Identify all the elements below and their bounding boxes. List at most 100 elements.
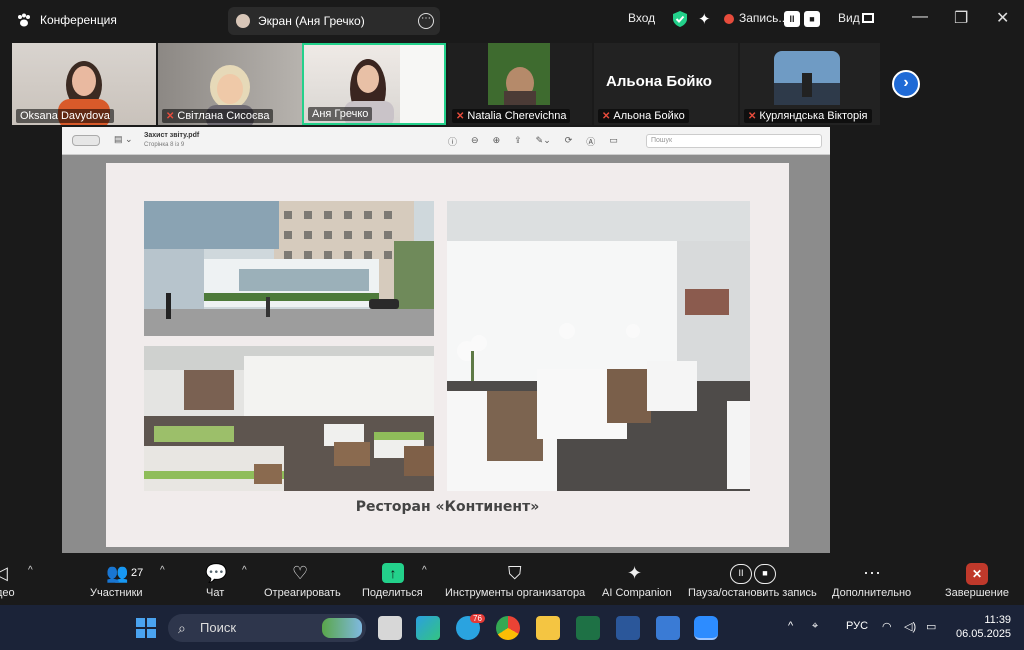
sidebar-toggle-button[interactable] bbox=[72, 135, 100, 146]
avatar bbox=[236, 14, 250, 28]
share-label: Экран (Аня Гречко) bbox=[258, 14, 365, 28]
chat-button[interactable]: Чат bbox=[206, 587, 224, 599]
annotate-icon[interactable]: Ⓐ bbox=[586, 135, 595, 148]
end-meeting-button[interactable]: Завершение bbox=[945, 587, 1009, 599]
app-title-text: Конференция bbox=[40, 13, 117, 27]
edge-icon[interactable] bbox=[416, 616, 440, 640]
volume-icon[interactable]: ◁) bbox=[904, 620, 916, 633]
minimize-icon[interactable]: — bbox=[912, 8, 928, 26]
ai-companion-button[interactable]: AI Companion bbox=[602, 587, 672, 599]
react-button[interactable]: Отреагировать bbox=[264, 587, 341, 599]
shield-icon[interactable] bbox=[672, 10, 688, 28]
sparkle-icon[interactable]: ✦ bbox=[627, 563, 642, 584]
participant-name: ✕ Natalia Cherevichna bbox=[452, 109, 571, 123]
restore-icon[interactable]: ❐ bbox=[954, 8, 968, 28]
participant-tile[interactable]: Oksana Davydova bbox=[12, 43, 156, 125]
end-meeting-icon[interactable]: ✕ bbox=[966, 563, 988, 585]
photo-restaurant-hall bbox=[144, 346, 434, 491]
participants-icon[interactable]: 👥 bbox=[106, 563, 128, 584]
participant-tile[interactable]: Альона Бойко ✕ Альона Бойко bbox=[594, 43, 738, 125]
clock-time: 11:39 bbox=[984, 614, 1012, 626]
clock-date: 06.05.2025 bbox=[956, 628, 1012, 640]
pdf-page: Ресторан «Континент» bbox=[106, 163, 789, 547]
mic-muted-icon: ✕ bbox=[456, 110, 465, 122]
more-button[interactable]: Дополнительно bbox=[832, 587, 911, 599]
info-icon[interactable]: ⓘ bbox=[448, 135, 457, 148]
video-button[interactable]: део bbox=[0, 587, 15, 599]
telegram-badge: 76 bbox=[470, 614, 485, 623]
excel-icon[interactable] bbox=[576, 616, 600, 640]
participant-tile[interactable]: ✕ Світлана Сисоєва bbox=[158, 43, 302, 125]
stop-recording-icon[interactable]: ■ bbox=[804, 11, 820, 27]
stop-icon[interactable]: ■ bbox=[754, 564, 776, 584]
chat-icon[interactable]: 💬 bbox=[205, 563, 227, 584]
participant-name: Oksana Davydova bbox=[16, 109, 114, 123]
file-explorer-icon[interactable] bbox=[536, 616, 560, 640]
close-icon[interactable]: ✕ bbox=[996, 8, 1009, 28]
recording-dot-icon bbox=[724, 14, 734, 24]
pause-recording-icon[interactable]: II bbox=[784, 11, 800, 27]
participant-tile[interactable]: ✕ Курляндська Вікторія bbox=[740, 43, 880, 125]
heart-icon[interactable]: ♡ bbox=[292, 563, 308, 584]
location-icon[interactable]: ⌖ bbox=[812, 620, 818, 633]
host-tools-button[interactable]: Инструменты организатора bbox=[445, 587, 585, 599]
mic-muted-icon: ✕ bbox=[602, 110, 611, 122]
grid-view-icon[interactable] bbox=[862, 13, 874, 23]
zoom-out-icon[interactable]: ⊖ bbox=[471, 135, 479, 148]
view-menu[interactable]: Вид bbox=[838, 11, 860, 25]
paw-icon bbox=[18, 13, 30, 27]
wifi-icon[interactable]: ◠ bbox=[882, 620, 892, 633]
pdf-title: Захист звіту.pdf bbox=[144, 132, 200, 139]
mic-muted-icon: ✕ bbox=[748, 110, 757, 122]
layout-icon[interactable]: ▤ ⌄ bbox=[114, 134, 133, 145]
markup-icon[interactable]: ✎⌄ bbox=[536, 135, 551, 148]
pause-icon[interactable]: II bbox=[730, 564, 752, 584]
rotate-icon[interactable]: ⟳ bbox=[565, 135, 573, 148]
more-icon[interactable]: ⋯ bbox=[863, 563, 881, 584]
next-page-button[interactable]: › bbox=[892, 70, 920, 98]
form-icon[interactable]: ▭ bbox=[609, 135, 618, 148]
zoom-in-icon[interactable]: ⊕ bbox=[493, 135, 501, 148]
page-caption: Ресторан «Континент» bbox=[355, 499, 540, 515]
battery-icon[interactable]: ▭ bbox=[926, 620, 936, 633]
participant-strip: Oksana Davydova ✕ Світлана Сисоєва Аня Гр… bbox=[12, 43, 880, 125]
share-button[interactable]: Поделиться bbox=[362, 587, 423, 599]
sparkle-icon[interactable]: ✦ bbox=[698, 10, 711, 28]
participant-tile[interactable]: ✕ Natalia Cherevichna bbox=[448, 43, 592, 125]
participant-name: ✕ Світлана Сисоєва bbox=[162, 109, 274, 123]
share-icon[interactable]: ⇪ bbox=[514, 135, 522, 148]
video-camera-icon[interactable]: ◁ bbox=[0, 563, 8, 584]
shield-icon[interactable]: ⛉ bbox=[508, 563, 522, 584]
chevron-up-icon[interactable]: ^ bbox=[788, 620, 793, 632]
pause-stop-recording-button[interactable]: Пауза/остановить запись bbox=[688, 587, 817, 599]
pdf-search-input[interactable]: Пошук bbox=[646, 134, 822, 148]
taskbar-search-input[interactable]: ⌕ Поиск bbox=[168, 614, 366, 642]
task-view-icon[interactable] bbox=[378, 616, 402, 640]
share-screen-icon[interactable]: ↑ bbox=[382, 563, 404, 583]
pdf-page-indicator: Сторінка 8 із 9 bbox=[144, 142, 185, 148]
signin-link[interactable]: Вход bbox=[628, 11, 655, 25]
chevron-up-icon[interactable]: ^ bbox=[422, 565, 427, 576]
recording-status: Запись... bbox=[739, 11, 789, 25]
photos-icon[interactable] bbox=[656, 616, 680, 640]
chrome-icon[interactable] bbox=[496, 616, 520, 640]
windows-start-icon[interactable] bbox=[136, 618, 156, 638]
shared-screen: ▤ ⌄ Захист звіту.pdf Сторінка 8 із 9 ⓘ ⊖… bbox=[62, 127, 830, 553]
mic-muted-icon: ✕ bbox=[166, 110, 175, 122]
search-icon: ⌕ bbox=[178, 620, 186, 636]
app-title: Конференция bbox=[16, 12, 117, 28]
system-clock[interactable]: 11:39 06.05.2025 bbox=[956, 613, 1011, 641]
chevron-up-icon[interactable]: ^ bbox=[242, 565, 247, 576]
participants-button[interactable]: Участники bbox=[90, 587, 143, 599]
chevron-up-icon[interactable]: ^ bbox=[28, 565, 33, 576]
participant-tile-active[interactable]: Аня Гречко bbox=[302, 43, 446, 125]
title-bar: Конференция Экран (Аня Гречко) ⋯ Вход ✦ … bbox=[0, 0, 1024, 40]
participant-big-name: Альона Бойко bbox=[606, 73, 712, 90]
word-icon[interactable] bbox=[616, 616, 640, 640]
language-indicator[interactable]: РУС bbox=[846, 620, 868, 632]
windows-taskbar: ⌕ Поиск 76 ^ ⌖ РУС ◠ ◁) ▭ 11:39 06.05.20… bbox=[0, 605, 1024, 650]
more-options-icon[interactable]: ⋯ bbox=[418, 13, 434, 29]
screen-share-indicator[interactable]: Экран (Аня Гречко) ⋯ bbox=[228, 7, 440, 35]
zoom-icon[interactable] bbox=[694, 616, 718, 640]
chevron-up-icon[interactable]: ^ bbox=[160, 565, 165, 576]
